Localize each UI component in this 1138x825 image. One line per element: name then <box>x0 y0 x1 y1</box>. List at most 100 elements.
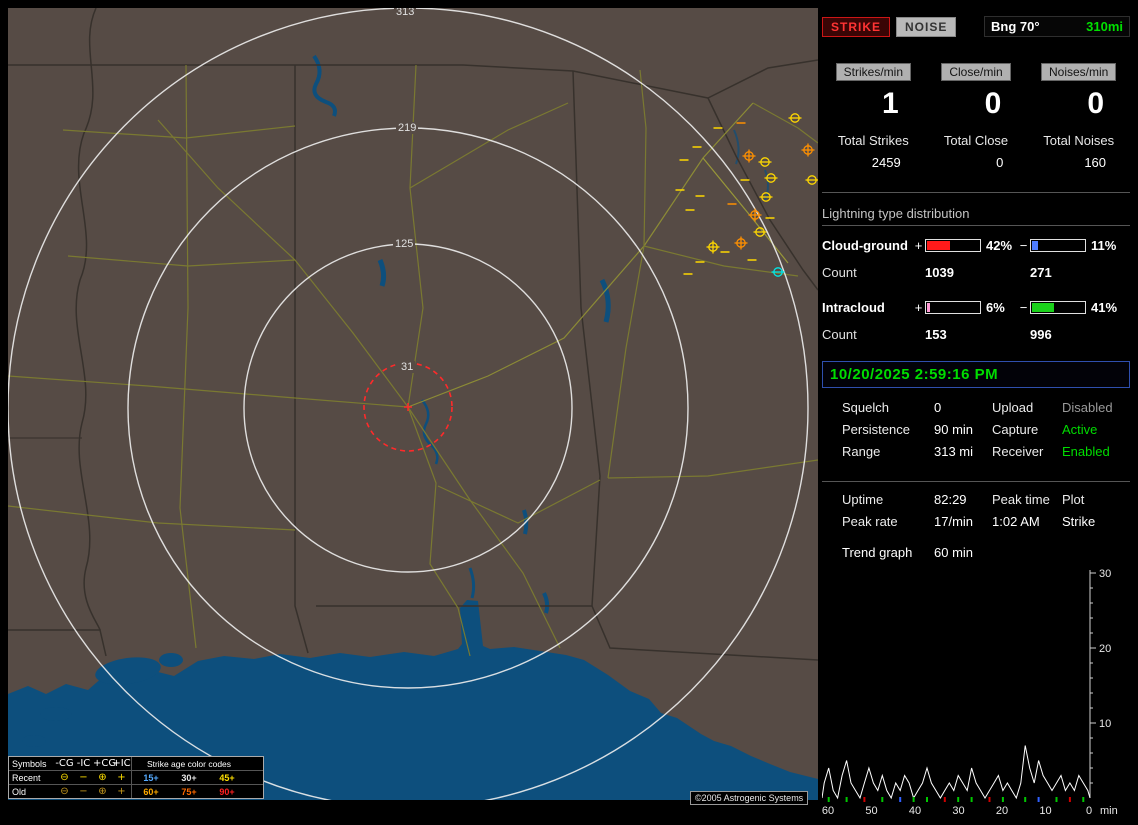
cg-positive-pct: 42% <box>981 238 1017 253</box>
strikes-per-min-button[interactable]: Strikes/min <box>836 63 911 81</box>
svg-text:10: 10 <box>1099 718 1111 730</box>
nexstorm-window: 313 219 125 31 Symbols -CG -IC +CG +IC S… <box>0 0 1138 812</box>
total-close-value: 0 <box>925 155 1028 170</box>
ic-positive-count: 153 <box>925 327 1017 342</box>
neg-ic-icon: − <box>74 772 93 783</box>
sidebar: STRIKE NOISE Bng 70° 310mi Strikes/min 1… <box>822 8 1130 804</box>
capture-status: Active <box>1062 422 1130 437</box>
total-close-label: Total Close <box>925 133 1028 148</box>
plot-label: Plot <box>1062 492 1130 507</box>
neg-ic-old-icon: − <box>74 786 93 797</box>
session-stats: Uptime 82:29 Peak time Plot Peak rate 17… <box>822 492 1130 529</box>
bearing-value: Bng 70° <box>991 19 1040 34</box>
pos-cg-old-icon: ⊕ <box>93 786 112 797</box>
pos-ic-old-icon: + <box>112 786 131 797</box>
svg-text:50: 50 <box>865 805 877 817</box>
receiver-settings: Squelch 0 Upload Disabled Persistence 90… <box>822 400 1130 459</box>
trend-header: Trend graph 60 min <box>822 545 1130 560</box>
svg-text:40: 40 <box>909 805 921 817</box>
total-noises-value: 160 <box>1027 155 1130 170</box>
legend-col-ncg: -CG <box>55 758 74 769</box>
svg-text:60: 60 <box>822 805 834 817</box>
legend-col-nic: -IC <box>74 758 93 769</box>
legend-recent-label: Recent <box>9 773 55 783</box>
ic-positive-pct: 6% <box>981 300 1017 315</box>
total-strikes-value: 2459 <box>822 155 925 170</box>
rate-statistics: Strikes/min 1 Total Strikes 2459 Close/m… <box>822 63 1130 170</box>
peak-rate-value: 17/min <box>934 514 992 529</box>
distribution-title: Lightning type distribution <box>822 206 1130 226</box>
upload-label: Upload <box>992 400 1062 415</box>
svg-text:30: 30 <box>952 805 964 817</box>
strikes-column: Strikes/min 1 Total Strikes 2459 <box>822 63 925 170</box>
lightning-map[interactable]: 313 219 125 31 Symbols -CG -IC +CG +IC S… <box>8 8 818 800</box>
plus-sign: + <box>912 238 925 253</box>
range-value: 313 mi <box>934 444 992 459</box>
datetime-display: 10/20/2025 2:59:16 PM <box>822 361 1130 388</box>
close-rate-value: 0 <box>925 87 1028 121</box>
pos-ic-icon: + <box>112 772 131 783</box>
cg-negative-count: 271 <box>1030 265 1130 280</box>
mode-toolbar: STRIKE NOISE Bng 70° 310mi <box>822 16 1130 37</box>
total-strikes-label: Total Strikes <box>822 133 925 148</box>
ic-positive-bar <box>925 301 981 314</box>
close-per-min-button[interactable]: Close/min <box>941 63 1010 81</box>
svg-text:30: 30 <box>1099 568 1111 580</box>
legend-old-label: Old <box>9 787 55 797</box>
pos-cg-icon: ⊕ <box>93 772 112 783</box>
uptime-label: Uptime <box>842 492 934 507</box>
cursor-range-value: 310mi <box>1086 19 1123 34</box>
map-canvas <box>8 8 818 800</box>
peak-rate-label: Peak rate <box>842 514 934 529</box>
cloud-ground-label: Cloud-ground <box>822 238 912 253</box>
intracloud-label: Intracloud <box>822 300 912 315</box>
plot-mode-value: Strike <box>1062 514 1130 529</box>
ic-negative-count: 996 <box>1030 327 1130 342</box>
cloud-ground-count-row: Count 1039 271 <box>822 260 1130 284</box>
count-label: Count <box>822 265 912 280</box>
squelch-value: 0 <box>934 400 992 415</box>
trend-window-value: 60 min <box>934 545 1130 560</box>
strike-mode-button[interactable]: STRIKE <box>822 17 890 37</box>
ic-negative-bar <box>1030 301 1086 314</box>
noises-column: Noises/min 0 Total Noises 160 <box>1027 63 1130 170</box>
age-45: 45+ <box>208 773 246 783</box>
svg-text:20: 20 <box>996 805 1008 817</box>
neg-cg-old-icon: ⊖ <box>55 786 74 797</box>
legend-header-row: Symbols -CG -IC +CG +IC Strike age color… <box>9 757 263 771</box>
divider <box>822 481 1130 482</box>
map-legend: Symbols -CG -IC +CG +IC Strike age color… <box>8 756 264 799</box>
noises-rate-value: 0 <box>1027 87 1130 121</box>
upload-status: Disabled <box>1062 400 1130 415</box>
cg-negative-bar <box>1030 239 1086 252</box>
plus-sign: + <box>912 300 925 315</box>
squelch-label: Squelch <box>842 400 934 415</box>
bearing-range-panel: Bng 70° 310mi <box>984 16 1130 37</box>
minus-sign: − <box>1017 300 1030 315</box>
intracloud-row: Intracloud + 6% − 41% <box>822 296 1130 318</box>
noise-mode-button[interactable]: NOISE <box>896 17 956 37</box>
trend-graph: 10 20 30 60 50 40 30 20 10 0 min <box>822 568 1130 820</box>
legend-col-pic: +IC <box>112 758 131 769</box>
svg-text:min: min <box>1100 805 1118 817</box>
total-noises-label: Total Noises <box>1027 133 1130 148</box>
capture-label: Capture <box>992 422 1062 437</box>
svg-text:10: 10 <box>1039 805 1051 817</box>
cg-positive-bar <box>925 239 981 252</box>
legend-symbols-label: Symbols <box>9 759 55 769</box>
neg-cg-icon: ⊖ <box>55 772 74 783</box>
peak-time-label: Peak time <box>992 492 1062 507</box>
close-column: Close/min 0 Total Close 0 <box>925 63 1028 170</box>
cg-negative-pct: 11% <box>1086 238 1130 253</box>
peak-time-value: 1:02 AM <box>992 514 1062 529</box>
range-label: Range <box>842 444 934 459</box>
cg-positive-count: 1039 <box>925 265 1017 280</box>
age-60: 60+ <box>132 787 170 797</box>
svg-text:0: 0 <box>1086 805 1092 817</box>
minus-sign: − <box>1017 238 1030 253</box>
svg-text:20: 20 <box>1099 643 1111 655</box>
legend-col-pcg: +CG <box>93 758 112 769</box>
receiver-status: Enabled <box>1062 444 1130 459</box>
trend-graph-label: Trend graph <box>842 545 934 560</box>
noises-per-min-button[interactable]: Noises/min <box>1041 63 1116 81</box>
